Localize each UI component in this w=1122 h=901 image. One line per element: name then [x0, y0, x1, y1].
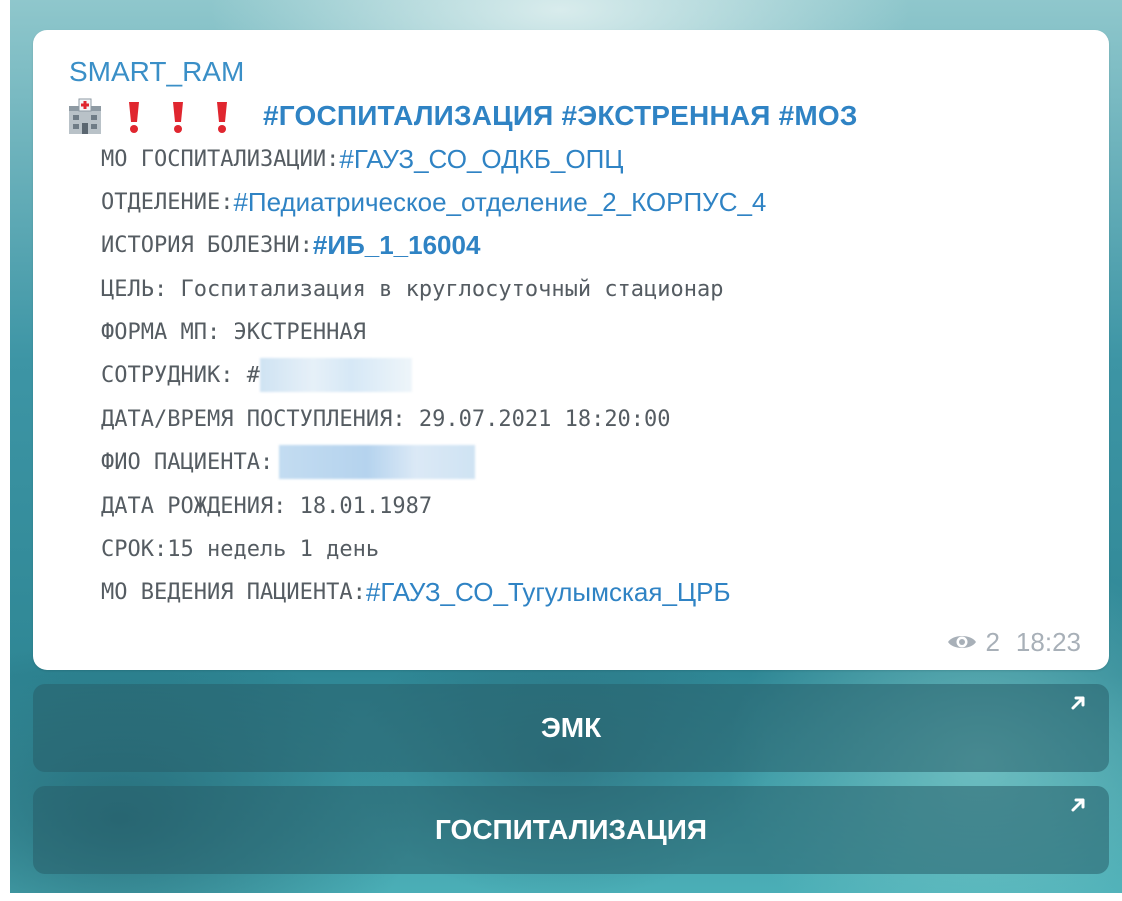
hospitalization-button-label: ГОСПИТАЛИЗАЦИЯ [435, 814, 707, 845]
hashtag-links[interactable]: #ГОСПИТАЛИЗАЦИЯ #ЭКСТРЕННАЯ #МОЗ [263, 100, 858, 132]
sender-name[interactable]: SMART_RAM [69, 56, 244, 88]
field-text: СРОК:15 недель 1 день [101, 536, 380, 562]
field-employee: СОТРУДНИК: # [101, 357, 412, 393]
hashtag-link[interactable]: #Педиатрическое_отделение_2_КОРПУС_4 [233, 187, 766, 218]
emk-button-label: ЭМК [540, 712, 602, 743]
hospital-icon [69, 98, 101, 134]
field-department: ОТДЕЛЕНИЕ: #Педиатрическое_отделение_2_К… [101, 184, 766, 220]
field-admission-datetime: ДАТА/ВРЕМЯ ПОСТУПЛЕНИЯ: 29.07.2021 18:20… [101, 401, 671, 437]
field-mo-lead: МО ВЕДЕНИЯ ПАЦИЕНТА: #ГАУЗ_СО_Тугулымска… [101, 574, 731, 610]
message-time: 18:23 [1015, 626, 1081, 657]
field-label: СОТРУДНИК: # [101, 362, 260, 388]
field-text: ДАТА РОЖДЕНИЯ: 18.01.1987 [101, 493, 433, 519]
field-goal: ЦЕЛЬ: Госпитализация в круглосуточный ст… [101, 271, 724, 307]
view-count: 2 [985, 626, 1000, 657]
field-birth-date: ДАТА РОЖДЕНИЯ: 18.01.1987 [101, 488, 432, 524]
redacted-employee [259, 358, 412, 392]
field-label: МО ВЕДЕНИЯ ПАЦИЕНТА: [101, 579, 366, 605]
message-meta: 2 18:23 [947, 626, 1081, 658]
field-label: ИСТОРИЯ БОЛЕЗНИ: [101, 232, 313, 258]
exclamation-icon [173, 102, 183, 133]
field-term: СРОК:15 недель 1 день [101, 531, 379, 567]
field-label: ОТДЕЛЕНИЕ: [101, 189, 234, 215]
hashtag-link[interactable]: #ГАУЗ_СО_Тугулымская_ЦРБ [366, 577, 731, 608]
hashtag-link[interactable]: #ИБ_1_16004 [313, 230, 481, 261]
field-text: ДАТА/ВРЕМЯ ПОСТУПЛЕНИЯ: 29.07.2021 18:20… [101, 406, 671, 432]
next-message-edge [0, 893, 1122, 901]
external-link-arrow-icon [1071, 696, 1085, 710]
hospitalization-button[interactable]: ГОСПИТАЛИЗАЦИЯ [33, 786, 1109, 874]
emk-button[interactable]: ЭМК [33, 684, 1109, 772]
message-bubble: SMART_RAM #ГОСПИТАЛИЗАЦИЯ #ЭКСТРЕННАЯ #М [33, 30, 1109, 670]
field-label: ФИО ПАЦИЕНТА: [101, 449, 274, 475]
exclamation-icon [217, 102, 227, 133]
eye-icon [948, 636, 977, 648]
field-medical-history: ИСТОРИЯ БОЛЕЗНИ: #ИБ_1_16004 [101, 227, 480, 263]
field-patient-name: ФИО ПАЦИЕНТА: [101, 444, 476, 480]
hashtag-link[interactable]: #ГАУЗ_СО_ОДКБ_ОПЦ [339, 144, 623, 175]
external-link-arrow-icon [1071, 798, 1085, 812]
field-care-form: ФОРМА МП: ЭКСТРЕННАЯ [101, 314, 366, 350]
exclamation-icon [129, 102, 139, 133]
field-mo-hospitalization: МО ГОСПИТАЛИЗАЦИИ: #ГАУЗ_СО_ОДКБ_ОПЦ [101, 141, 624, 177]
field-text: ФОРМА МП: ЭКСТРЕННАЯ [101, 319, 366, 345]
redacted-patient-name [279, 445, 476, 479]
message-headline: #ГОСПИТАЛИЗАЦИЯ #ЭКСТРЕННАЯ #МОЗ [65, 94, 858, 138]
field-text: ЦЕЛЬ: Госпитализация в круглосуточный ст… [101, 276, 724, 302]
field-label: МО ГОСПИТАЛИЗАЦИИ: [101, 146, 340, 172]
panel-edge [0, 0, 10, 901]
